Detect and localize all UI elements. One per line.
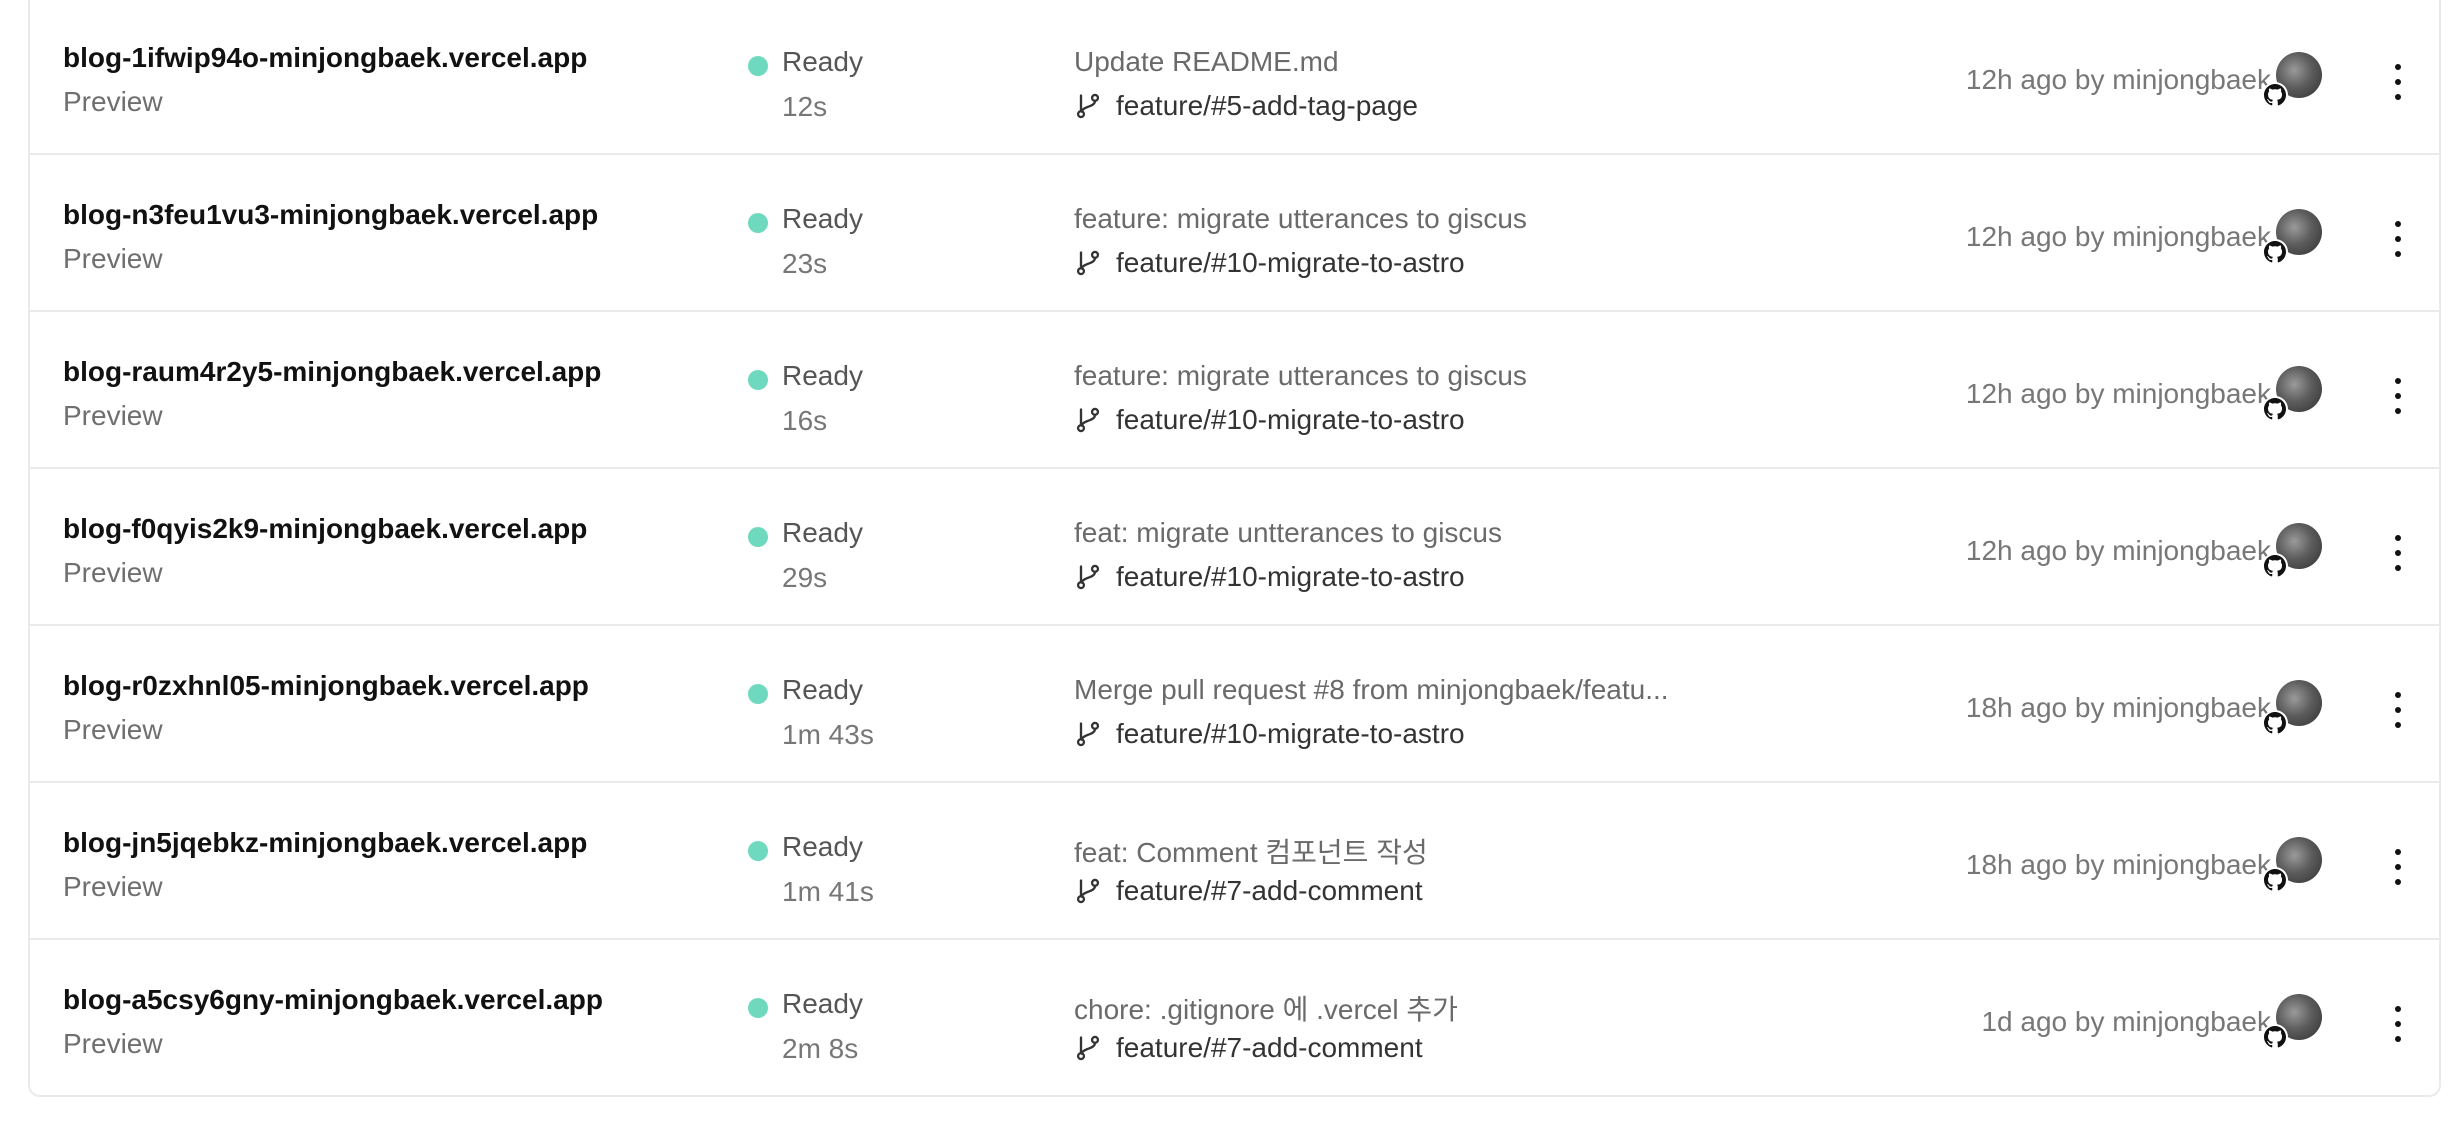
deployment-environment: Preview: [63, 1028, 163, 1059]
git-branch-icon: [1076, 878, 1100, 904]
deployment-row[interactable]: blog-raum4r2y5-minjongbaek.vercel.app Pr…: [30, 310, 2439, 467]
branch-name: feature/#10-migrate-to-astro: [1116, 718, 1465, 749]
status-ready-dot: [748, 56, 768, 76]
branch-name: feature/#10-migrate-to-astro: [1116, 404, 1465, 435]
status-ready-dot: [748, 370, 768, 390]
deployment-duration: 1m 43s: [782, 719, 874, 750]
branch[interactable]: feature/#7-add-comment: [1074, 1032, 1423, 1064]
github-icon: [2262, 239, 2288, 265]
deployment-duration: 29s: [782, 562, 828, 593]
more-vertical-icon: [2395, 378, 2401, 384]
deployment-url[interactable]: blog-r0zxhnl05-minjongbaek.vercel.app: [63, 670, 589, 702]
deployment-duration: 12s: [782, 91, 828, 122]
deployment-row[interactable]: blog-a5csy6gny-minjongbaek.vercel.app Pr…: [30, 938, 2439, 1095]
git-branch-icon: [1076, 564, 1100, 590]
deployment-environment: Preview: [63, 871, 163, 902]
deployment-status: Ready: [782, 831, 863, 862]
github-icon: [2262, 710, 2288, 736]
github-icon: [2262, 553, 2288, 579]
deployment-status: Ready: [782, 517, 863, 548]
more-vertical-icon: [2395, 692, 2401, 698]
branch[interactable]: feature/#10-migrate-to-astro: [1074, 718, 1465, 750]
deployment-time-author: 12h ago by minjongbaek: [1965, 64, 2271, 95]
commit-message[interactable]: Update README.md: [1074, 46, 1339, 78]
deployment-url[interactable]: blog-a5csy6gny-minjongbaek.vercel.app: [63, 984, 603, 1016]
git-branch-icon: [1076, 1035, 1100, 1061]
github-icon: [2262, 1024, 2288, 1050]
branch-name: feature/#10-migrate-to-astro: [1116, 561, 1465, 592]
branch-name: feature/#7-add-comment: [1116, 1032, 1423, 1063]
branch-name: feature/#10-migrate-to-astro: [1116, 247, 1465, 278]
deployment-duration: 23s: [782, 248, 828, 279]
git-branch-icon: [1076, 250, 1100, 276]
git-branch-icon: [1076, 93, 1100, 119]
more-options-button[interactable]: [2383, 849, 2413, 885]
branch[interactable]: feature/#5-add-tag-page: [1074, 90, 1418, 122]
branch[interactable]: feature/#7-add-comment: [1074, 875, 1423, 907]
more-options-button[interactable]: [2383, 1006, 2413, 1042]
deployment-url[interactable]: blog-1ifwip94o-minjongbaek.vercel.app: [63, 42, 587, 74]
commit-message[interactable]: Merge pull request #8 from minjongbaek/f…: [1074, 674, 1669, 706]
deployment-url[interactable]: blog-n3feu1vu3-minjongbaek.vercel.app: [63, 199, 598, 231]
github-icon: [2262, 867, 2288, 893]
deployment-row[interactable]: blog-r0zxhnl05-minjongbaek.vercel.app Pr…: [30, 624, 2439, 781]
more-options-button[interactable]: [2383, 221, 2413, 257]
github-icon: [2262, 82, 2288, 108]
deployment-status: Ready: [782, 988, 863, 1019]
branch-name: feature/#5-add-tag-page: [1116, 90, 1418, 121]
branch[interactable]: feature/#10-migrate-to-astro: [1074, 561, 1465, 593]
status-ready-dot: [748, 684, 768, 704]
deployment-url[interactable]: blog-jn5jqebkz-minjongbaek.vercel.app: [63, 827, 587, 859]
git-branch-icon: [1076, 407, 1100, 433]
deployment-environment: Preview: [63, 714, 163, 745]
deployment-status: Ready: [782, 674, 863, 705]
branch[interactable]: feature/#10-migrate-to-astro: [1074, 247, 1465, 279]
more-vertical-icon: [2395, 64, 2401, 70]
deployment-duration: 2m 8s: [782, 1033, 859, 1064]
status-ready-dot: [748, 213, 768, 233]
deployment-status: Ready: [782, 360, 863, 391]
deployment-row[interactable]: blog-n3feu1vu3-minjongbaek.vercel.app Pr…: [30, 153, 2439, 310]
deployment-url[interactable]: blog-raum4r2y5-minjongbaek.vercel.app: [63, 356, 601, 388]
more-vertical-icon: [2395, 221, 2401, 227]
branch-name: feature/#7-add-comment: [1116, 875, 1423, 906]
deployment-time-author: 12h ago by minjongbaek: [1965, 221, 2271, 252]
github-icon: [2262, 396, 2288, 422]
more-vertical-icon: [2395, 849, 2401, 855]
git-branch-icon: [1076, 721, 1100, 747]
more-vertical-icon: [2395, 1006, 2401, 1012]
commit-message[interactable]: feat: migrate untterances to giscus: [1074, 517, 1502, 549]
commit-message[interactable]: feature: migrate utterances to giscus: [1074, 203, 1527, 235]
commit-message[interactable]: chore: .gitignore 에 .vercel 추가: [1074, 988, 1458, 1028]
deployment-time-author: 12h ago by minjongbaek: [1965, 378, 2271, 409]
status-ready-dot: [748, 527, 768, 547]
commit-message[interactable]: feat: Comment 컴포넌트 작성: [1074, 831, 1428, 871]
deployment-time-author: 18h ago by minjongbaek: [1965, 692, 2271, 723]
deployment-duration: 16s: [782, 405, 828, 436]
deployment-status: Ready: [782, 203, 863, 234]
more-options-button[interactable]: [2383, 535, 2413, 571]
commit-message[interactable]: feature: migrate utterances to giscus: [1074, 360, 1527, 392]
deployment-row[interactable]: blog-1ifwip94o-minjongbaek.vercel.app Pr…: [30, 0, 2439, 153]
more-options-button[interactable]: [2383, 64, 2413, 100]
more-vertical-icon: [2395, 535, 2401, 541]
deployment-row[interactable]: blog-f0qyis2k9-minjongbaek.vercel.app Pr…: [30, 467, 2439, 624]
branch[interactable]: feature/#10-migrate-to-astro: [1074, 404, 1465, 436]
status-ready-dot: [748, 998, 768, 1018]
status-ready-dot: [748, 841, 768, 861]
deployment-duration: 1m 41s: [782, 876, 874, 907]
deployments-list: blog-1ifwip94o-minjongbaek.vercel.app Pr…: [28, 0, 2441, 1097]
deployment-environment: Preview: [63, 243, 163, 274]
deployment-environment: Preview: [63, 400, 163, 431]
deployment-environment: Preview: [63, 557, 163, 588]
more-options-button[interactable]: [2383, 692, 2413, 728]
deployment-row[interactable]: blog-jn5jqebkz-minjongbaek.vercel.app Pr…: [30, 781, 2439, 938]
deployment-url[interactable]: blog-f0qyis2k9-minjongbaek.vercel.app: [63, 513, 587, 545]
more-options-button[interactable]: [2383, 378, 2413, 414]
deployment-time-author: 12h ago by minjongbaek: [1965, 535, 2271, 566]
deployment-time-author: 1d ago by minjongbaek: [1981, 1006, 2271, 1037]
deployment-status: Ready: [782, 46, 863, 77]
deployment-time-author: 18h ago by minjongbaek: [1965, 849, 2271, 880]
deployment-environment: Preview: [63, 86, 163, 117]
